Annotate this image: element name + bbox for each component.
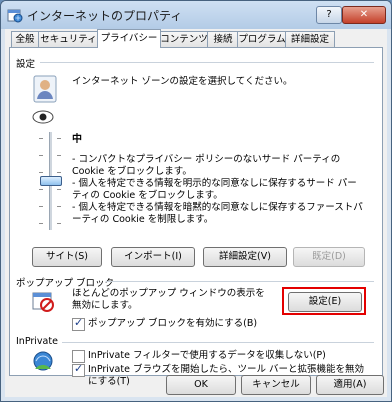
inprivate-icon [33, 351, 53, 371]
inprivate-filter-label[interactable]: InPrivate フィルターで使用するデータを収集しない(P) [88, 350, 326, 362]
advanced-settings-button[interactable]: 詳細設定(V) [203, 247, 287, 267]
tab-security[interactable]: セキュリティ [38, 31, 99, 47]
sites-button[interactable]: サイト(S) [32, 247, 102, 267]
highlight-frame: 設定(E) [282, 287, 366, 315]
inprivate-divider [62, 342, 374, 343]
tab-contents[interactable]: コンテンツ [159, 31, 209, 47]
privacy-level: 中 [72, 134, 82, 145]
popup-blocker-icon [32, 292, 54, 312]
properties-window: インターネットのプロパティ ? ✕ 全般 セキュリティ プライバシー コンテンツ… [0, 0, 392, 402]
popup-checkbox-label[interactable]: ポップアップ ブロックを有効にする(B) [88, 318, 257, 330]
internet-options-icon [7, 9, 23, 23]
popup-header: ポップアップ ブロック [16, 278, 115, 289]
eye-icon [32, 110, 54, 124]
tab-programs[interactable]: プログラム [237, 31, 287, 47]
tab-advanced[interactable]: 詳細設定 [285, 31, 335, 47]
slider-thumb[interactable] [40, 176, 62, 186]
privacy-person-icon [33, 75, 57, 103]
level-description-1: - コンパクトなプライバシー ポリシーのないサード パーティの Cookie を… [72, 154, 341, 177]
popup-description: ほとんどのポップアップ ウィンドウの表示を無効にします。 [72, 288, 265, 311]
settings-divider [40, 62, 374, 63]
dialog-body: 全般 セキュリティ プライバシー コンテンツ 接続 プログラム 詳細設定 設定 … [5, 29, 387, 397]
privacy-panel: 設定 インターネット ゾーンの設定を選択してください。 中 - コンパクトなプラ… [9, 47, 383, 387]
settings-header: 設定 [16, 59, 36, 70]
import-button[interactable]: インポート(I) [111, 247, 195, 267]
level-description-3: - 個人を特定できる情報を暗黙的な同意なしに保存するファーストパーティの Coo… [72, 202, 363, 225]
inprivate-disable-toolbars-checkbox[interactable] [72, 362, 85, 377]
cancel-button[interactable]: キャンセル [241, 375, 311, 395]
popup-settings-button[interactable]: 設定(E) [288, 292, 362, 312]
level-description-2: - 個人を特定できる情報を明示的な同意なしに保存するサード パーティの Cook… [72, 178, 357, 201]
tab-privacy[interactable]: プライバシー [97, 29, 161, 48]
window-title: インターネットのプロパティ [27, 9, 183, 23]
default-button[interactable]: 既定(D) [293, 247, 365, 267]
tab-general[interactable]: 全般 [11, 31, 39, 47]
settings-description: インターネット ゾーンの設定を選択してください。 [72, 76, 293, 87]
popup-blocker-checkbox[interactable] [72, 316, 85, 331]
inprivate-header: InPrivate [16, 336, 58, 347]
tab-connections[interactable]: 接続 [207, 31, 239, 47]
apply-button[interactable]: 適用(A) [316, 375, 384, 395]
close-button[interactable]: ✕ [342, 6, 386, 24]
help-button[interactable]: ? [316, 6, 342, 24]
privacy-level-slider[interactable] [35, 132, 65, 230]
title-bar: インターネットのプロパティ ? ✕ [1, 1, 391, 29]
ok-button[interactable]: OK [166, 375, 236, 395]
popup-divider [106, 281, 374, 282]
